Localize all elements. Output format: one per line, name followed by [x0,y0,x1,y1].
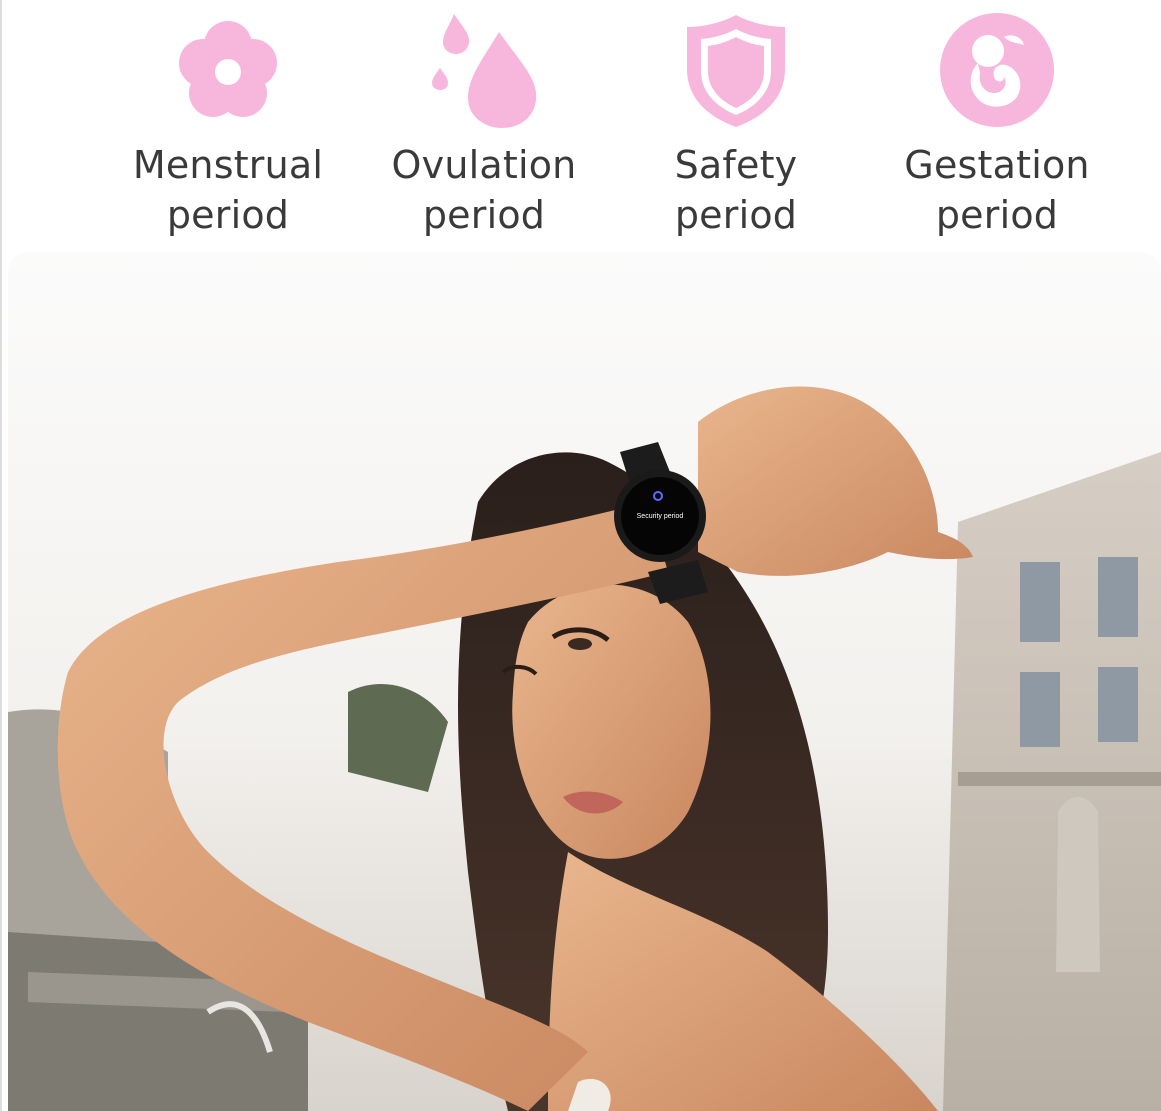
droplets-icon [424,8,544,132]
product-photo-woman-with-smartwatch: Security period [8,252,1161,1111]
feature-label-line2: period [674,193,798,237]
feature-label-line2: period [422,193,546,237]
feature-label: Gestation period [904,140,1089,240]
feature-label: Ovulation period [392,140,577,240]
face [512,584,711,859]
feature-label-line1: Menstrual [132,143,324,187]
feature-label-line1: Safety [674,143,798,187]
page-left-border [0,0,2,1111]
feature-ovulation-period: Ovulation period [364,0,604,250]
feature-label-line1: Gestation [904,143,1090,187]
shield-icon [676,8,796,132]
feature-label: Safety period [675,140,798,240]
feature-label-line2: period [935,193,1059,237]
fetus-icon [937,8,1057,132]
feature-safety-period: Safety period [616,0,856,250]
background-building [943,452,1161,1111]
flower-icon [168,8,288,132]
watch-screen-label: Security period [637,513,684,520]
feature-label-line1: Ovulation [391,143,577,187]
feature-label: Menstrual period [133,140,323,240]
feature-label-line2: period [166,193,290,237]
feature-menstrual-period: Menstrual period [108,0,348,250]
feature-gestation-period: Gestation period [877,0,1117,250]
